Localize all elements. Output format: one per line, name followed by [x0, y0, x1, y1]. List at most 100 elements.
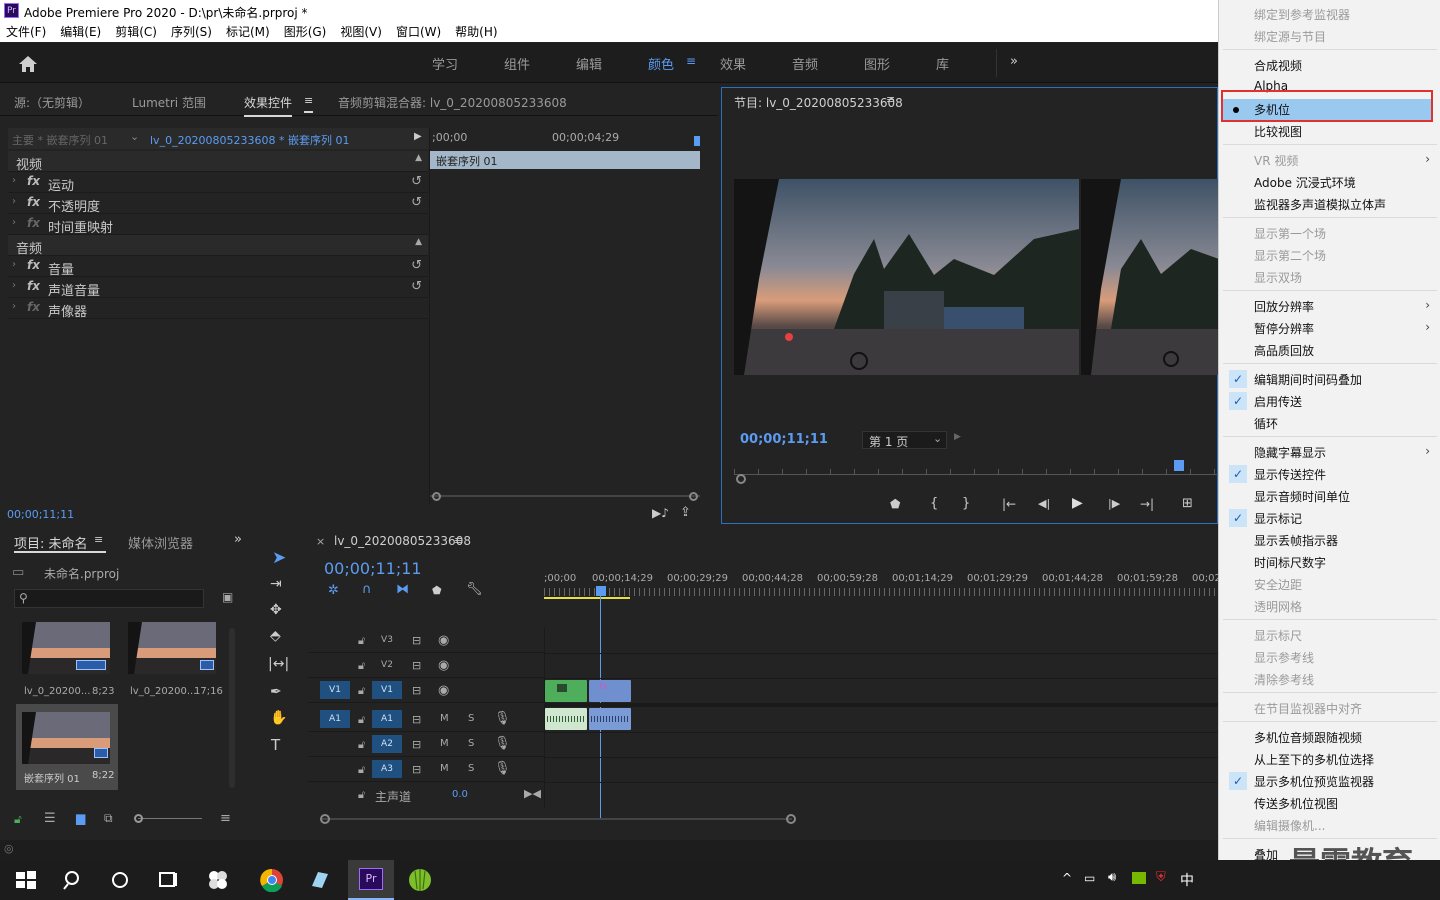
project-item[interactable]: lv_0_20200... 17;16: [122, 620, 224, 706]
lock-icon[interactable]: 🔓︎: [358, 634, 365, 648]
menu-item[interactable]: Adobe 沉浸式环境: [1254, 174, 1356, 191]
effect-timecode[interactable]: 00;00;11;11: [7, 508, 74, 521]
sync-lock-icon[interactable]: ⊟: [412, 634, 421, 647]
lock-icon[interactable]: 🔓︎: [358, 684, 365, 698]
menu-clip[interactable]: 剪辑(C): [115, 22, 157, 42]
workspace-libraries[interactable]: 库: [936, 54, 949, 73]
zoom-scrollbar[interactable]: [430, 495, 700, 497]
project-item[interactable]: lv_0_20200... 8;23: [16, 620, 118, 706]
chrome-icon[interactable]: [260, 868, 284, 892]
selection-tool-icon[interactable]: ➤: [272, 548, 286, 568]
menu-item[interactable]: 显示传送控件: [1254, 466, 1326, 483]
insert-icon[interactable]: ⊞: [1182, 496, 1193, 511]
solo-button[interactable]: S: [468, 763, 474, 774]
eye-icon[interactable]: ◉: [438, 658, 449, 673]
menu-item[interactable]: 比较视图: [1254, 123, 1302, 140]
tab-audio-clip-mixer[interactable]: 音频剪辑混合器: lv_0_20200805233608: [338, 94, 567, 111]
zoom-slider[interactable]: [138, 818, 202, 819]
razor-tool-icon[interactable]: ⬘: [270, 628, 281, 644]
track-target[interactable]: V3: [372, 631, 402, 649]
go-to-in-icon[interactable]: |←: [1002, 497, 1016, 511]
menu-item[interactable]: 多机位音频跟随视频: [1254, 729, 1362, 746]
sync-lock-icon[interactable]: ⊟: [412, 659, 421, 672]
task-view-icon[interactable]: [156, 868, 180, 892]
lock-icon[interactable]: 🔓︎: [358, 763, 365, 777]
timeline-timecode[interactable]: 00;00;11;11: [324, 559, 422, 578]
sequence-clip-label[interactable]: lv_0_20200805233608 * 嵌套序列 01: [150, 132, 350, 148]
reset-icon[interactable]: ↺: [411, 279, 422, 294]
step-back-icon[interactable]: ◀|: [1038, 497, 1050, 510]
search-icon[interactable]: [62, 868, 86, 892]
volume-icon[interactable]: 🔊︎: [1108, 870, 1116, 885]
effect-row-opacity[interactable]: › fx 不透明度 ↺: [8, 193, 428, 215]
work-area-bar[interactable]: [544, 597, 630, 599]
network-icon[interactable]: ▭: [1084, 871, 1095, 885]
ime-indicator[interactable]: 中: [1180, 870, 1194, 890]
menu-item[interactable]: 循环: [1254, 415, 1278, 432]
slip-tool-icon[interactable]: |↔|: [268, 656, 289, 672]
step-forward-icon[interactable]: |▶: [1108, 497, 1120, 510]
menu-help[interactable]: 帮助(H): [455, 22, 497, 42]
play-icon[interactable]: ▶: [1072, 495, 1083, 511]
menu-marker[interactable]: 标记(M): [226, 22, 270, 42]
microphone-icon[interactable]: 🎙︎: [494, 761, 511, 776]
tab-menu-icon[interactable]: ≡: [304, 94, 314, 113]
reset-icon[interactable]: ↺: [411, 258, 422, 273]
timeline-tab[interactable]: lv_0_20200805233608: [334, 534, 471, 548]
fx-icon[interactable]: fx: [27, 195, 40, 209]
chevron-down-icon[interactable]: ⌄: [130, 130, 139, 143]
track-target[interactable]: V2: [372, 656, 402, 674]
master-volume[interactable]: 0.0: [452, 789, 468, 800]
menu-item[interactable]: 传送多机位视图: [1254, 795, 1338, 812]
go-to-audio-icon[interactable]: ▶◀: [524, 787, 541, 800]
home-icon[interactable]: [18, 55, 38, 73]
timeline-ruler[interactable]: ;00;00 00;00;14;29 00;00;29;29 00;00;44;…: [544, 570, 1221, 600]
workspace-effects[interactable]: 效果: [720, 54, 746, 73]
chevron-down-icon[interactable]: ⌄: [933, 432, 942, 445]
lock-icon[interactable]: 🔓︎: [358, 659, 365, 673]
melon-app-icon[interactable]: [408, 868, 432, 892]
sync-lock-icon[interactable]: ⊟: [412, 713, 421, 726]
chevron-right-icon[interactable]: ›: [12, 301, 16, 312]
menu-item[interactable]: 显示标记: [1254, 510, 1302, 527]
cortana-icon[interactable]: [108, 868, 132, 892]
security-icon[interactable]: ⛨: [1156, 870, 1166, 885]
scrollbar[interactable]: [229, 628, 235, 788]
mark-out-icon[interactable]: }: [962, 496, 970, 511]
windows-start-icon[interactable]: [14, 868, 38, 892]
pen-tool-icon[interactable]: ✒: [270, 684, 282, 700]
page-select[interactable]: 第 1 页 ⌄: [862, 431, 947, 449]
collapse-icon[interactable]: ▲: [415, 237, 422, 247]
program-ruler[interactable]: [734, 461, 1219, 475]
reset-icon[interactable]: ↺: [411, 174, 422, 189]
project-item-selected[interactable]: 嵌套序列 01 8;22: [16, 704, 118, 790]
menu-item[interactable]: 回放分辨率: [1254, 298, 1314, 315]
menu-file[interactable]: 文件(F): [6, 22, 46, 42]
project-search-input[interactable]: ⚲: [14, 589, 204, 608]
tab-menu-icon[interactable]: ≡: [454, 534, 463, 547]
menu-window[interactable]: 窗口(W): [396, 22, 441, 42]
video-clip[interactable]: [545, 680, 587, 702]
taskbar-premiere-active[interactable]: Pr: [348, 860, 394, 900]
go-to-out-icon[interactable]: →|: [1140, 497, 1154, 511]
menu-item[interactable]: 从上至下的多机位选择: [1254, 751, 1374, 768]
menu-edit[interactable]: 编辑(E): [60, 22, 101, 42]
workspace-menu-icon[interactable]: ≡: [686, 54, 696, 68]
workspace-overflow-icon[interactable]: »: [1010, 54, 1018, 69]
play-audio-icon[interactable]: ▶♪: [652, 506, 669, 520]
effect-row-panner[interactable]: › fx 声像器: [8, 298, 428, 320]
pinwheel-app-icon[interactable]: [206, 868, 230, 892]
type-tool-icon[interactable]: T: [271, 736, 280, 754]
solo-button[interactable]: S: [468, 713, 474, 724]
close-tab-icon[interactable]: ×: [316, 535, 325, 548]
nest-icon[interactable]: ✲: [328, 583, 339, 598]
menu-item[interactable]: 显示多机位预览监视器: [1254, 773, 1374, 790]
effect-row-channel-volume[interactable]: › fx 声道音量 ↺: [8, 277, 428, 299]
tab-lumetri-scopes[interactable]: Lumetri 范围: [132, 94, 206, 111]
multicam-view-1[interactable]: [734, 179, 1079, 375]
tab-source[interactable]: 源:（无剪辑）: [14, 94, 90, 111]
tab-media-browser[interactable]: 媒体浏览器: [128, 533, 193, 552]
menu-sequence[interactable]: 序列(S): [171, 22, 212, 42]
timeline-scrollbar[interactable]: [322, 818, 792, 820]
add-marker-icon[interactable]: ⬟: [432, 584, 442, 597]
